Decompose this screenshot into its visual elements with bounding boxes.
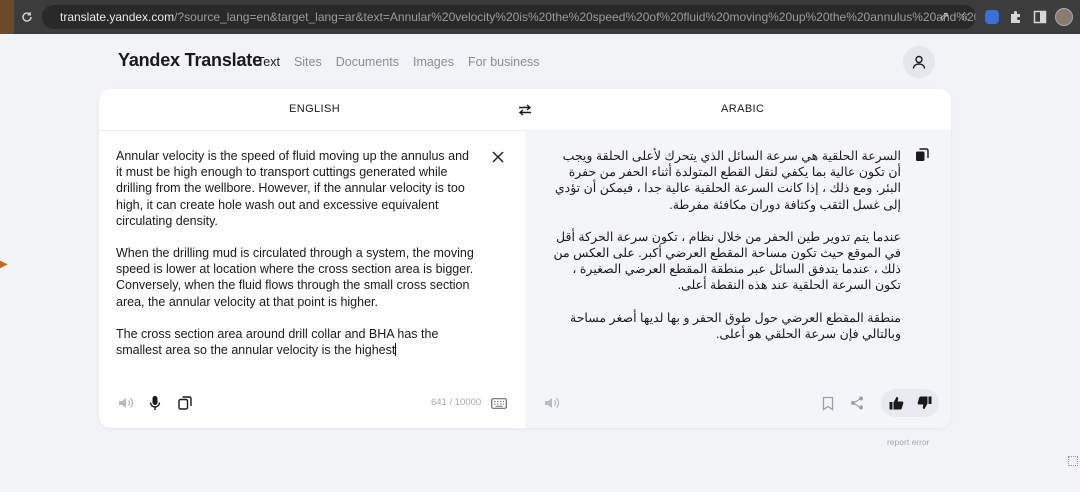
bookmark-star-icon[interactable]: ☆ [959, 9, 970, 23]
source-copy-button[interactable] [175, 393, 195, 413]
translation-paragraph: السرعة الحلقية هي سرعة السائل الذي يتحرك… [554, 149, 901, 212]
user-button[interactable] [903, 46, 935, 78]
translation-paragraph: عندما يتم تدوير طين الحفر من خلال نظام ،… [553, 229, 901, 293]
source-paragraph: When the drilling mud is circulated thro… [116, 246, 474, 309]
char-counter: 641 / 10000 [431, 397, 482, 408]
yandex-translate-logo[interactable]: Yandex Translate [118, 50, 262, 71]
nav-for-business[interactable]: For business [468, 55, 540, 69]
language-bar: ENGLISH ARABIC [99, 89, 951, 131]
report-error-link[interactable]: report error [887, 437, 930, 447]
speaker-icon [545, 398, 560, 408]
bookmark-icon [822, 396, 834, 411]
side-panel-icon[interactable] [1030, 7, 1050, 27]
extension-icon[interactable] [982, 7, 1002, 27]
address-bar[interactable]: translate.yandex.com/?source_lang=en&tar… [42, 5, 976, 29]
source-language-select[interactable]: ENGLISH [289, 103, 340, 115]
nav-sites[interactable]: Sites [294, 55, 322, 69]
swap-arrows-icon [518, 104, 532, 116]
thumbs-up-icon [889, 397, 903, 410]
share-page-icon[interactable]: ⇗ [939, 9, 949, 23]
share-button[interactable] [847, 393, 867, 413]
translation-copy-button[interactable] [915, 148, 933, 166]
keyboard-icon [491, 397, 507, 409]
nav-documents[interactable]: Documents [336, 55, 399, 69]
translation-toolbar [525, 389, 951, 419]
text-caret [395, 343, 397, 357]
share-icon [851, 396, 863, 410]
source-pane: Annular velocity is the speed of fluid m… [99, 131, 525, 428]
like-button[interactable] [886, 393, 906, 413]
swap-languages-button[interactable] [513, 100, 537, 120]
speaker-icon [119, 398, 134, 408]
copy-icon [178, 396, 192, 410]
main-nav: Text Sites Documents Images For business [257, 55, 554, 69]
side-expand-icon[interactable]: ▶ [0, 259, 8, 270]
url-host: translate.yandex.com [60, 10, 175, 24]
nav-text[interactable]: Text [257, 55, 280, 69]
translation-pane: السرعة الحلقية هي سرعة السائل الذي يتحرك… [525, 131, 951, 428]
dislike-button[interactable] [914, 393, 934, 413]
thumbs-down-icon [917, 396, 931, 409]
source-toolbar: 641 / 10000 [99, 389, 525, 419]
microphone-icon [149, 396, 161, 410]
translator-panel: ENGLISH ARABIC Annular velocity is the s… [99, 89, 951, 428]
translation-listen-button[interactable] [542, 393, 562, 413]
site-header: Yandex Translate Text Sites Documents Im… [0, 34, 1080, 90]
nav-images[interactable]: Images [413, 55, 454, 69]
reload-icon [22, 12, 32, 22]
user-icon [912, 55, 926, 69]
add-to-collection-button[interactable] [818, 393, 838, 413]
corner-grid-icon [1068, 456, 1078, 466]
source-paragraph: Annular velocity is the speed of fluid m… [116, 149, 470, 228]
translation-paragraph: منطقة المقطع العرضي حول طوق الحفر و بها … [570, 310, 901, 341]
url-path: /?source_lang=en&target_lang=ar&text=Ann… [174, 10, 976, 24]
source-paragraph: The cross section area around drill coll… [116, 326, 439, 358]
rating-group [881, 389, 939, 417]
source-listen-button[interactable] [116, 393, 136, 413]
extensions-puzzle-icon[interactable] [1006, 7, 1026, 27]
translation-output: السرعة الحلقية هي سرعة السائل الذي يتحرك… [549, 148, 901, 342]
target-language-select[interactable]: ARABIC [721, 103, 764, 115]
profile-avatar[interactable] [1054, 7, 1074, 27]
window-edge [0, 0, 14, 34]
browser-toolbar: translate.yandex.com/?source_lang=en&tar… [0, 0, 1080, 34]
virtual-keyboard-button[interactable] [489, 393, 509, 413]
source-text-input[interactable]: Annular velocity is the speed of fluid m… [116, 148, 478, 358]
voice-input-button[interactable] [145, 393, 165, 413]
reload-button[interactable] [14, 0, 40, 34]
copy-icon [916, 148, 929, 161]
clear-text-button[interactable] [489, 148, 507, 166]
close-icon [492, 151, 504, 163]
